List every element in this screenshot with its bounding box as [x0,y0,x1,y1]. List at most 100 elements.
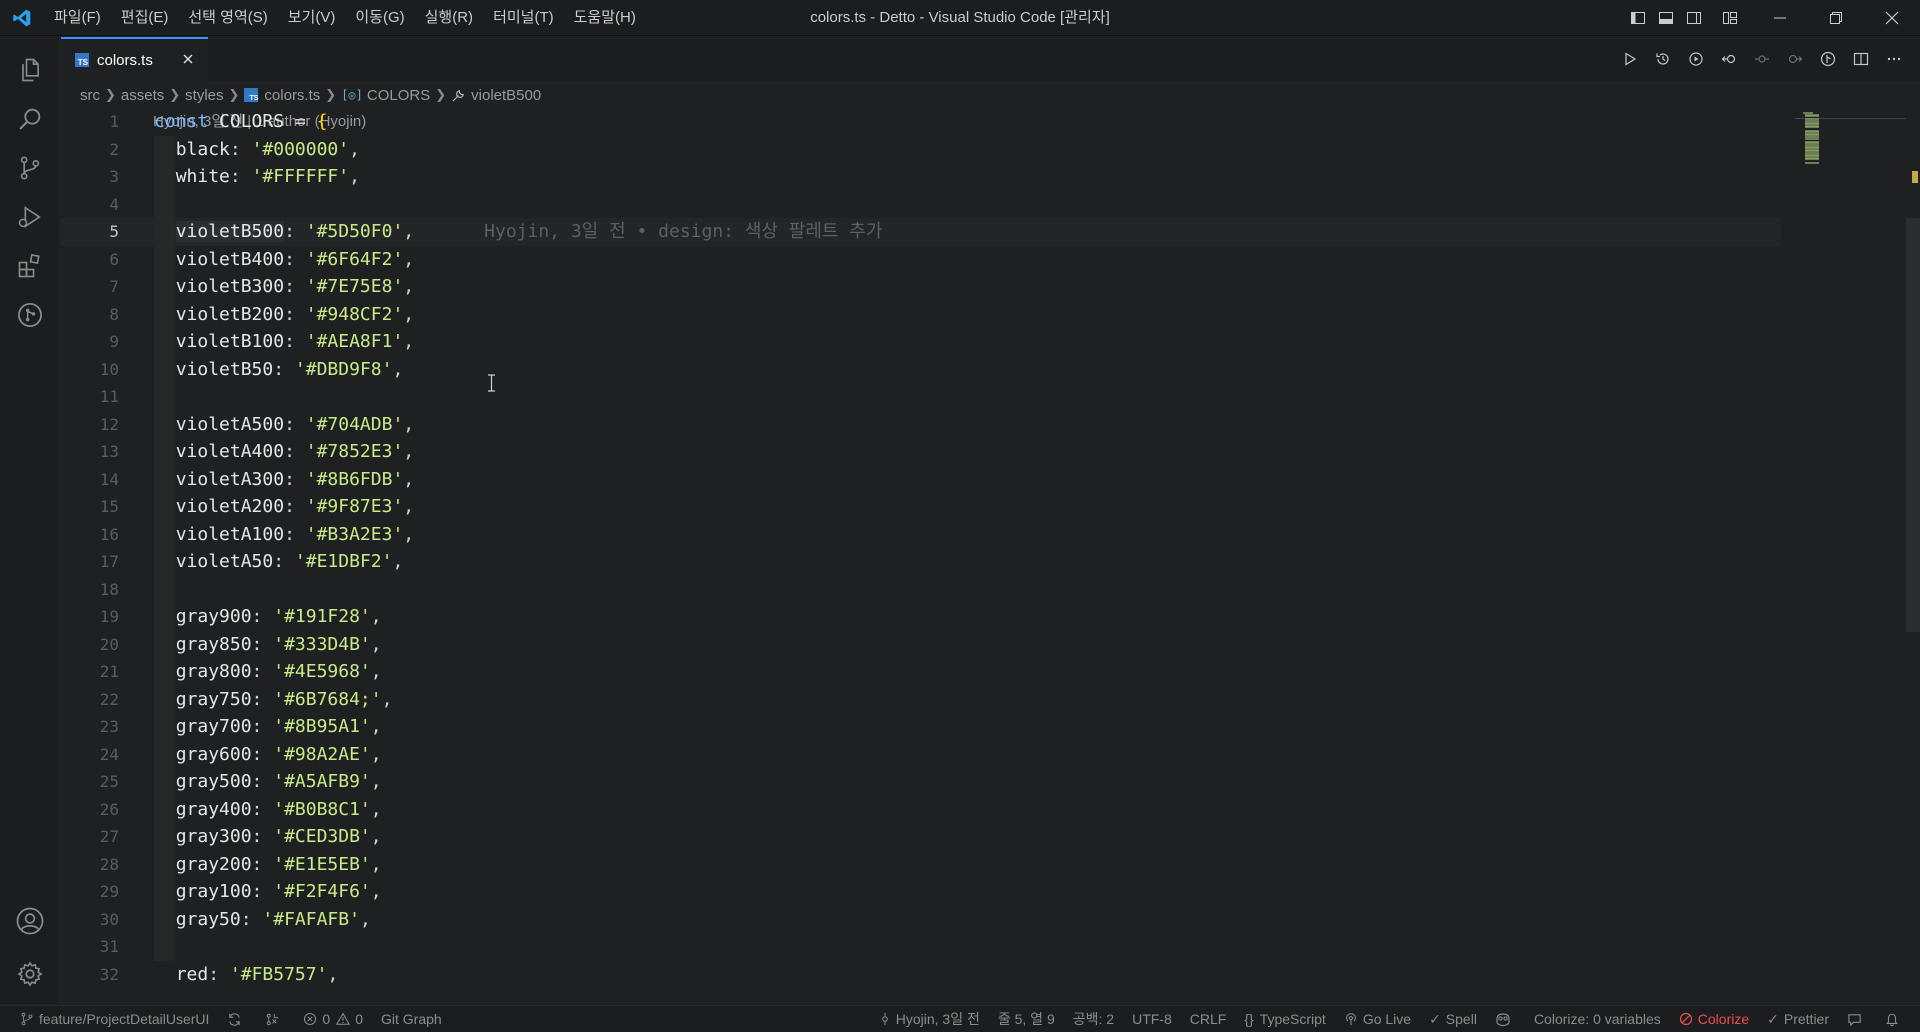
breadcrumb-violetB500[interactable]: violetB500 [471,87,541,104]
run-debug-icon[interactable] [0,192,60,242]
go-back-change-icon[interactable] [1712,44,1745,74]
colorize-variables[interactable]: Colorize: 0 variables [1525,1006,1670,1032]
cursor-position[interactable]: 줄 5, 열 9 [989,1006,1064,1032]
code-line[interactable]: 19 gray900: '#191F28', [61,603,1781,631]
code-line[interactable]: 20 gray850: '#333D4B', [61,630,1781,658]
go-live-button[interactable]: Go Live [1335,1006,1420,1032]
source-control-icon[interactable] [0,143,60,193]
code-line[interactable]: 30 gray50: '#FAFAFB', [61,905,1781,933]
code-line[interactable]: 32 red: '#FB5757', [61,961,1781,989]
timeline-history-icon[interactable] [1646,44,1679,74]
toggle-primary-sidebar-icon[interactable] [1624,0,1652,36]
menu-selection[interactable]: 선택 영역(S) [178,0,277,36]
code-line[interactable]: 29 gray100: '#F2F4F6', [61,878,1781,906]
menu-help[interactable]: 도움말(H) [564,0,646,36]
copilot-icon[interactable] [1486,1006,1525,1032]
menu-file[interactable]: 파일(F) [44,0,111,36]
feedback-icon[interactable] [1838,1006,1876,1032]
run-code-icon[interactable] [1613,44,1646,74]
close-window-icon[interactable] [1864,0,1920,36]
publish-branch-icon[interactable] [256,1006,294,1032]
menu-view[interactable]: 보기(V) [278,0,346,36]
menu-terminal[interactable]: 터미널(T) [483,0,564,36]
code-line[interactable]: 25 gray500: '#A5AFB9', [61,768,1781,796]
encoding[interactable]: UTF-8 [1123,1006,1181,1032]
code-line[interactable]: 5 violetB500: '#5D50F0', Hyojin, 3일 전 • d… [61,218,1781,246]
language-mode[interactable]: {} TypeScript [1235,1006,1335,1032]
status-branch[interactable]: feature/ProjectDetailUserUI [0,1006,218,1032]
extensions-icon[interactable] [0,241,60,291]
breadcrumb-file[interactable]: colors.ts [264,87,320,104]
vertical-scrollbar[interactable] [1906,108,1920,1004]
code-line[interactable]: 16 violetA100: '#B3A2E3', [61,520,1781,548]
breadcrumb-styles[interactable]: styles [185,87,223,104]
menu-edit[interactable]: 편집(E) [111,0,179,36]
code-line[interactable]: 7 violetB300: '#7E75E8', [61,273,1781,301]
search-icon[interactable] [0,94,60,144]
indentation[interactable]: 공백: 2 [1064,1006,1123,1032]
more-actions-icon[interactable] [1877,44,1910,74]
git-graph-button[interactable]: Git Graph [372,1006,451,1032]
code-line[interactable]: 10 violetB50: '#DBD9F8', [61,355,1781,383]
sync-icon[interactable] [218,1006,256,1032]
vscode-logo-icon[interactable] [0,0,44,36]
code-line[interactable]: 15 violetA200: '#9F87E3', [61,493,1781,521]
settings-gear-icon[interactable] [0,949,60,999]
status-blame[interactable]: Hyojin, 3일 전 [870,1006,989,1032]
code-line[interactable]: 14 violetA300: '#8B6FDB', [61,465,1781,493]
menu-go[interactable]: 이동(G) [345,0,414,36]
git-graph-icon[interactable] [0,290,60,340]
code-line[interactable]: 27 gray300: '#CED3DB', [61,823,1781,851]
scrollbar-thumb[interactable] [1906,218,1920,632]
menu-run[interactable]: 실행(R) [415,0,483,36]
code-line[interactable]: 22 gray750: '#6B7684;', [61,685,1781,713]
code-line[interactable]: 17 violetA50: '#E1DBF2', [61,548,1781,576]
customize-layout-icon[interactable] [1708,0,1752,36]
go-forward-change-icon[interactable] [1778,44,1811,74]
tab-colors-ts[interactable]: TS colors.ts [61,37,208,81]
code-line[interactable]: 4 [61,190,1781,218]
breadcrumb-src[interactable]: src [80,87,100,104]
git-lens-icon[interactable] [1811,44,1844,74]
files-icon[interactable] [0,45,60,95]
prettier-button[interactable]: ✓ Prettier [1758,1006,1838,1032]
end-of-line[interactable]: CRLF [1181,1006,1236,1032]
breadcrumb-assets[interactable]: assets [121,87,164,104]
code-line[interactable]: 24 gray600: '#98A2AE', [61,740,1781,768]
run-circle-icon[interactable] [1679,44,1712,74]
spell-button[interactable]: ✓ Spell [1420,1006,1486,1032]
code-line[interactable]: 9 violetB100: '#AEA8F1', [61,328,1781,356]
code-line[interactable]: 1 const COLORS = { [61,108,1781,136]
code-line[interactable]: 28 gray200: '#E1E5EB', [61,850,1781,878]
indent-guide [154,190,175,218]
breadcrumb-colors[interactable]: COLORS [367,87,430,104]
code-line[interactable]: 18 [61,575,1781,603]
code-line[interactable]: 31 [61,933,1781,961]
minimap[interactable] [1795,108,1920,1004]
split-editor-icon[interactable] [1844,44,1877,74]
code-line[interactable]: 21 gray800: '#4E5968', [61,658,1781,686]
code-line[interactable]: 2 black: '#000000', [61,135,1781,163]
line-number: 2 [109,139,119,159]
toggle-panel-icon[interactable] [1652,0,1680,36]
variable-symbol-icon: [◎] [341,88,363,102]
code-line[interactable]: 23 gray700: '#8B95A1', [61,713,1781,741]
code-editor[interactable]: Hyojin, 3일 전 | 1 author (Hyojin) 1 const … [61,108,1901,1004]
commit-icon[interactable] [1745,44,1778,74]
code-line[interactable]: 26 gray400: '#B0B8C1', [61,795,1781,823]
notifications-bell-icon[interactable] [1876,1006,1920,1032]
restore-icon[interactable] [1808,0,1864,36]
account-icon[interactable] [0,896,60,946]
code-line[interactable]: 13 violetA400: '#7852E3', [61,438,1781,466]
code-line[interactable]: 8 violetB200: '#948CF2', [61,300,1781,328]
code-line[interactable]: 12 violetA500: '#704ADB', [61,410,1781,438]
minimize-icon[interactable] [1752,0,1808,36]
toggle-secondary-sidebar-icon[interactable] [1680,0,1708,36]
code-line[interactable]: 11 [61,383,1781,411]
colorize-button[interactable]: Colorize [1670,1006,1758,1032]
line-number: 32 [99,964,119,984]
code-line[interactable]: 3 white: '#FFFFFF', [61,163,1781,191]
close-tab-icon[interactable] [180,51,196,67]
code-line[interactable]: 6 violetB400: '#6F64F2', [61,245,1781,273]
problems-indicator[interactable]: 0 0 [294,1006,372,1032]
